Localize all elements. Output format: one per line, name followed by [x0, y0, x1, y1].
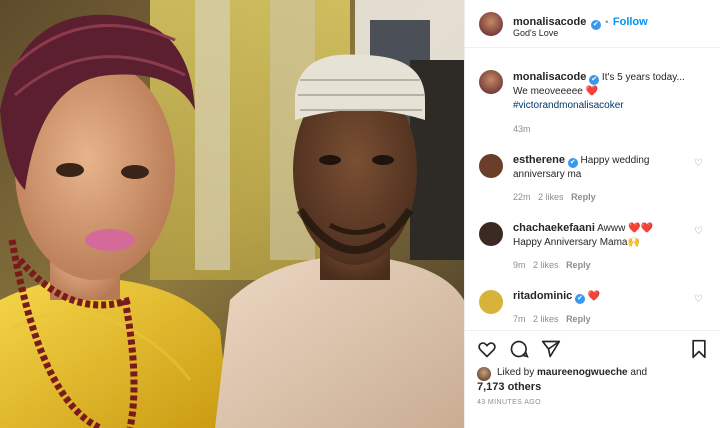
author-avatar[interactable] — [479, 12, 503, 36]
comment-time: 7m — [513, 314, 526, 324]
share-icon[interactable] — [541, 339, 561, 359]
comment-avatar[interactable] — [479, 290, 503, 314]
caption: monalisacode ✔ It's 5 years today... We … — [465, 62, 720, 142]
comment-avatar[interactable] — [479, 222, 503, 246]
verified-badge-icon: ✔ — [590, 20, 601, 30]
verified-badge-icon: ✔ — [575, 294, 586, 304]
caption-username[interactable]: monalisacode — [513, 71, 586, 83]
bookmark-icon[interactable] — [689, 339, 709, 359]
comment-time: 9m — [513, 260, 526, 270]
likes-count[interactable]: 7,173 others — [477, 381, 541, 393]
liked-by-and: and — [630, 367, 648, 378]
post-header: monalisacode ✔ • Follow God's Love — [465, 0, 720, 48]
comment-text-line2: Happy Anniversary Mama🙌 — [513, 237, 640, 248]
comment-username[interactable]: ritadominic — [513, 290, 572, 302]
post-location[interactable]: God's Love — [513, 28, 558, 38]
liker-avatar[interactable] — [477, 367, 491, 381]
comment-item: chachaekefaani Awww ❤️❤️ Happy Anniversa… — [465, 218, 720, 278]
instagram-post: monalisacode ✔ • Follow God's Love monal… — [0, 0, 720, 428]
comment-likes[interactable]: 2 likes — [533, 260, 559, 270]
follow-button[interactable]: Follow — [613, 16, 648, 28]
comment-username[interactable]: chachaekefaani — [513, 222, 595, 234]
comment-like-heart-icon[interactable]: ♡ — [694, 294, 703, 305]
liked-by-user[interactable]: maureenogwueche — [537, 367, 628, 378]
caption-time: 43m — [513, 124, 531, 134]
heart-icon[interactable] — [477, 339, 497, 359]
caption-text-line2: We meoveeeee ❤️ — [513, 86, 599, 97]
comment-username[interactable]: estherene — [513, 154, 565, 166]
comment-text: Happy wedding — [580, 155, 650, 166]
caption-hashtag[interactable]: #victorandmonalisacoker — [513, 100, 624, 111]
header-separator: • — [605, 17, 609, 27]
comment-item: ritadominic ✔ ❤️ ♡ 7m 2 likes Reply — [465, 286, 720, 330]
comment-likes[interactable]: 2 likes — [533, 314, 559, 324]
comment-likes[interactable]: 2 likes — [538, 192, 564, 202]
couple-photo-illustration — [0, 0, 464, 428]
comment-time: 22m — [513, 192, 531, 202]
post-timestamp[interactable]: 43 MINUTES AGO — [477, 399, 541, 406]
caption-text: It's 5 years today... — [601, 72, 685, 83]
comment-text-line2: anniversary ma — [513, 169, 582, 180]
comment-reply-button[interactable]: Reply — [566, 314, 591, 324]
caption-avatar[interactable] — [479, 70, 503, 94]
liked-by-prefix: Liked by — [497, 367, 535, 378]
comment-text: ❤️ — [587, 291, 601, 302]
comment-reply-button[interactable]: Reply — [571, 192, 596, 202]
comment-text: Awww ❤️❤️ — [597, 223, 654, 234]
post-photo[interactable] — [0, 0, 464, 428]
action-bar: Liked by maureenogwueche and 7,173 other… — [465, 330, 720, 428]
comment-reply-button[interactable]: Reply — [566, 260, 591, 270]
comment-icon[interactable] — [509, 339, 529, 359]
comment-like-heart-icon[interactable]: ♡ — [694, 158, 703, 169]
comment-avatar[interactable] — [479, 154, 503, 178]
comment-like-heart-icon[interactable]: ♡ — [694, 226, 703, 237]
post-sidebar: monalisacode ✔ • Follow God's Love monal… — [464, 0, 720, 428]
verified-badge-icon: ✔ — [589, 75, 600, 85]
comment-item: estherene ✔ Happy wedding anniversary ma… — [465, 150, 720, 210]
verified-badge-icon: ✔ — [567, 158, 578, 168]
author-username[interactable]: monalisacode — [513, 16, 586, 28]
